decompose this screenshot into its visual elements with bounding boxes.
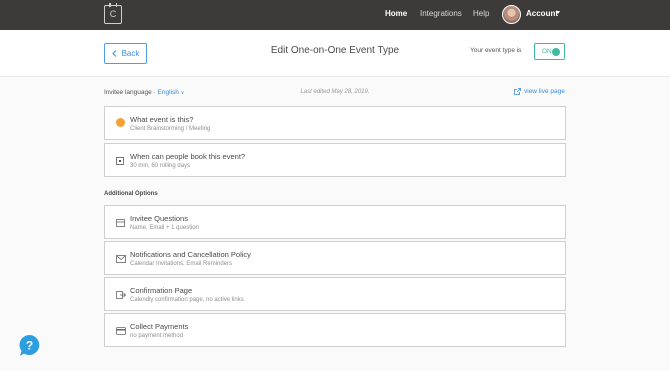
credit-card-icon xyxy=(116,322,126,340)
external-link-icon xyxy=(514,88,521,95)
help-chat-button[interactable]: ? xyxy=(18,334,41,357)
nav-integrations[interactable]: Integrations xyxy=(420,9,462,18)
nav-account[interactable]: Account xyxy=(526,9,558,18)
orange-dot-icon xyxy=(116,114,125,132)
booking-window-card[interactable]: When can people book this event? 30 min,… xyxy=(104,143,566,177)
question-bubble-icon: ? xyxy=(19,335,40,356)
toggle-knob xyxy=(552,48,560,56)
card-subtitle: 30 min, 60 rolling days xyxy=(130,163,191,169)
view-live-link[interactable]: view live page xyxy=(514,88,565,95)
card-subtitle: Calendly confirmation page, no active li… xyxy=(130,297,244,303)
chevron-down-icon[interactable] xyxy=(556,11,560,14)
event-type-label: Your event type is xyxy=(470,47,522,54)
envelope-icon xyxy=(116,250,126,268)
event-status-toggle[interactable]: ON xyxy=(534,43,565,60)
nav-home[interactable]: Home xyxy=(385,9,407,18)
card-title: What event is this? xyxy=(130,115,194,124)
view-live-label: view live page xyxy=(524,88,565,95)
card-subtitle: no payment method xyxy=(130,333,184,339)
invitee-questions-card[interactable]: Invitee Questions Name, Email + 1 questi… xyxy=(104,205,566,239)
page-title: Edit One-on-One Event Type xyxy=(270,45,400,56)
card-subtitle: Client Brainstorming / Meeting xyxy=(130,126,211,132)
redirect-icon xyxy=(116,286,127,304)
card-title: Collect Payments xyxy=(130,322,189,331)
event-details-card[interactable]: What event is this? Client Brainstorming… xyxy=(104,106,566,140)
collect-payments-card[interactable]: Collect Payments no payment method xyxy=(104,313,566,347)
notifications-card[interactable]: Notifications and Cancellation Policy Ca… xyxy=(104,241,566,275)
toggle-label: ON xyxy=(542,48,552,55)
logo-letter: C xyxy=(109,9,117,19)
nav-help[interactable]: Help xyxy=(473,9,489,18)
card-title: Confirmation Page xyxy=(130,286,193,295)
card-title: Invitee Questions xyxy=(130,214,188,223)
card-title: Notifications and Cancellation Policy xyxy=(130,250,251,259)
last-edited: Last edited May 28, 2019. xyxy=(300,89,370,95)
additional-options-heading: Additional Options xyxy=(104,191,158,197)
avatar[interactable] xyxy=(502,5,521,24)
calendar-logo-icon[interactable]: C xyxy=(104,3,122,24)
confirmation-page-card[interactable]: Confirmation Page Calendly confirmation … xyxy=(104,277,566,311)
card-subtitle: Calendar Invitations, Email Reminders xyxy=(130,261,233,267)
page-header: Back Edit One-on-One Event Type Your eve… xyxy=(0,30,670,77)
form-icon xyxy=(116,214,125,232)
card-subtitle: Name, Email + 1 question xyxy=(130,225,199,231)
card-title: When can people book this event? xyxy=(130,152,246,161)
top-nav: C Home Integrations Help Account xyxy=(0,0,670,30)
help-glyph: ? xyxy=(26,339,33,353)
calendar-icon xyxy=(116,152,124,170)
